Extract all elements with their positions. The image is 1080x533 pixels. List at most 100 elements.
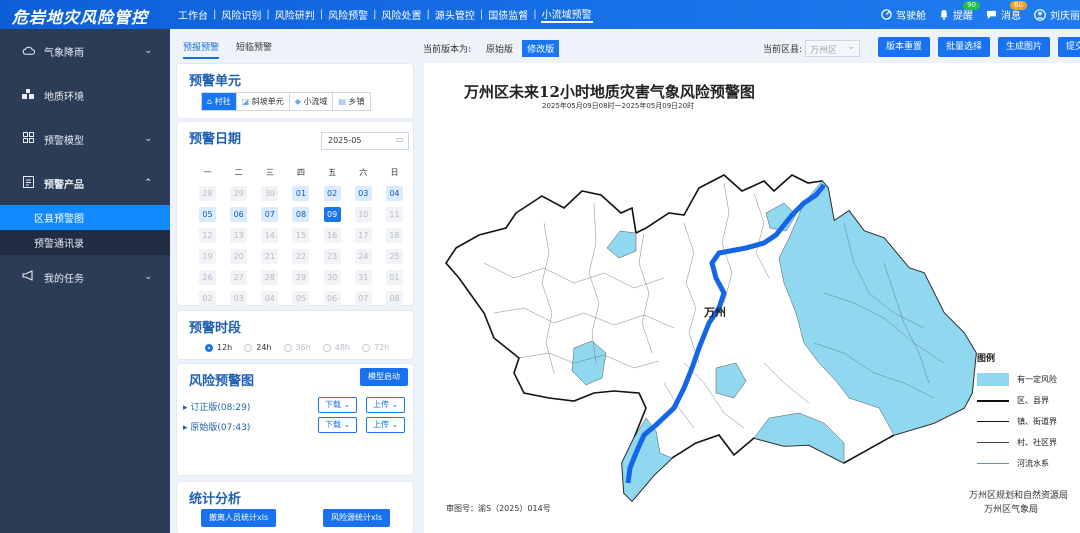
- user-name: 刘庆丽: [1050, 11, 1080, 22]
- period-option-12h[interactable]: 12h: [205, 343, 232, 352]
- calendar-day[interactable]: 07: [354, 291, 372, 306]
- unit-tab-township[interactable]: ▤ 乡镇: [333, 93, 369, 110]
- download-original-button[interactable]: 下载 ⌄: [318, 417, 358, 433]
- calendar-day[interactable]: 29: [230, 186, 248, 201]
- risk-source-stats-button[interactable]: 风险源统计xls: [323, 509, 391, 527]
- calendar-day[interactable]: 22: [292, 249, 310, 264]
- nav-risk-identify[interactable]: 风险识别: [220, 7, 262, 22]
- revised-version-row[interactable]: ▸ 订正版(08:29): [183, 400, 250, 413]
- upload-revised-button[interactable]: 上传 ⌄: [366, 397, 406, 413]
- calendar-day[interactable]: 01: [292, 186, 310, 201]
- calendar-day[interactable]: 08: [292, 207, 310, 222]
- calendar-day[interactable]: 04: [385, 186, 403, 201]
- sidebar-item-weather-rain[interactable]: 气象降雨 ⌄: [0, 29, 170, 73]
- sidebar-sub-county-map[interactable]: 区县预警图: [0, 205, 170, 230]
- chevron-down-icon: ⌄: [847, 42, 856, 52]
- calendar-day[interactable]: 15: [292, 228, 310, 243]
- model-start-button[interactable]: 模型启动: [360, 368, 408, 386]
- calendar-day[interactable]: 28: [261, 270, 279, 285]
- message-link[interactable]: 消息 60: [986, 1, 1027, 22]
- calendar-day[interactable]: 18: [385, 228, 403, 243]
- calendar-day[interactable]: 17: [354, 228, 372, 243]
- version-modified-button[interactable]: 修改版: [522, 40, 560, 57]
- area-select[interactable]: 万州区 ⌄: [805, 40, 861, 57]
- calendar-day[interactable]: 11: [385, 207, 403, 222]
- calendar-day[interactable]: 05: [199, 207, 216, 222]
- original-version-row[interactable]: ▸ 原始版(07:43): [183, 420, 250, 433]
- calendar-day[interactable]: 03: [230, 291, 248, 306]
- nav-risk-analysis[interactable]: 风险研判: [274, 7, 316, 22]
- evacuee-stats-button[interactable]: 撤离人员统计xls: [201, 509, 277, 527]
- nav-source-control[interactable]: 源头管控: [434, 7, 476, 22]
- batch-select-button[interactable]: 批量选择: [938, 37, 991, 57]
- nav-workbench[interactable]: 工作台: [177, 7, 209, 22]
- nav-bond-supervision[interactable]: 国债监督: [487, 7, 529, 22]
- calendar-day[interactable]: 21: [261, 249, 279, 264]
- chevron-down-icon: ⌄: [144, 134, 152, 144]
- period-option-48h[interactable]: 48h: [322, 343, 350, 352]
- calendar-day[interactable]: 07: [261, 207, 279, 222]
- sidebar-item-label: 预警产品: [44, 179, 84, 191]
- unit-tab-slope[interactable]: ◪ 斜坡单元: [237, 93, 290, 110]
- calendar-day[interactable]: 19: [199, 249, 216, 264]
- version-reset-button[interactable]: 版本重置: [878, 37, 931, 57]
- unit-tab-village[interactable]: ⌂ 村社: [202, 93, 237, 110]
- main-nav: 工作台 | 风险识别 | 风险研判 | 风险预警 | 风险处置 | 源头管控 | 国债监督 |…: [177, 0, 593, 29]
- calendar-day[interactable]: 06: [323, 291, 341, 306]
- tab-forecast-warning[interactable]: 预报预警: [183, 40, 220, 59]
- tab-short-term-warning[interactable]: 短临预警: [236, 40, 272, 59]
- calendar-day[interactable]: 10: [354, 207, 372, 222]
- nav-risk-handling[interactable]: 风险处置: [381, 7, 423, 22]
- calendar-day[interactable]: 27: [230, 270, 248, 285]
- upload-original-button[interactable]: 上传 ⌄: [366, 417, 406, 433]
- generate-image-button[interactable]: 生成图片: [998, 37, 1051, 57]
- cockpit-link[interactable]: 驾驶舱: [881, 7, 926, 22]
- version-original-button[interactable]: 原始版: [481, 40, 518, 57]
- calendar-day[interactable]: 23: [323, 249, 341, 264]
- township-icon: ▤: [338, 97, 349, 106]
- action-buttons: 版本重置 批量选择 生成图片 提交审核: [878, 37, 1080, 57]
- sidebar-item-warning-product[interactable]: 预警产品 ⌃: [0, 161, 170, 205]
- calendar-day[interactable]: 12: [199, 228, 216, 243]
- calendar-day[interactable]: 30: [261, 186, 279, 201]
- reminder-link[interactable]: 提醒 90: [939, 1, 980, 22]
- calendar-day[interactable]: 06: [230, 207, 248, 222]
- period-option-24h[interactable]: 24h: [244, 343, 272, 352]
- sidebar-item-my-tasks[interactable]: 我的任务 ⌄: [0, 255, 170, 299]
- calendar-day[interactable]: 30: [323, 270, 341, 285]
- month-picker[interactable]: 2025-05 ▭: [321, 132, 409, 150]
- calendar-day[interactable]: 13: [230, 228, 248, 243]
- user-menu[interactable]: 刘庆丽: [1034, 7, 1080, 22]
- calendar-day[interactable]: 02: [199, 291, 216, 306]
- calendar-day[interactable]: 09: [323, 207, 341, 222]
- calendar-day[interactable]: 04: [261, 291, 279, 306]
- map-canvas[interactable]: 万州: [424, 63, 984, 503]
- period-option-72h[interactable]: 72h: [362, 343, 389, 352]
- calendar-day[interactable]: 02: [323, 186, 341, 201]
- calendar-day[interactable]: 08: [385, 291, 403, 306]
- calendar-day[interactable]: 31: [354, 270, 372, 285]
- calendar-day[interactable]: 25: [385, 249, 403, 264]
- calendar-day[interactable]: 24: [354, 249, 372, 264]
- document-icon: [20, 175, 36, 191]
- sidebar-item-geo-env[interactable]: 地质环境: [0, 73, 170, 117]
- calendar-day[interactable]: 28: [199, 186, 216, 201]
- calendar-day[interactable]: 26: [199, 270, 216, 285]
- calendar-day[interactable]: 20: [230, 249, 248, 264]
- period-option-36h[interactable]: 36h: [283, 343, 311, 352]
- submit-review-button[interactable]: 提交审核: [1058, 37, 1080, 57]
- sidebar-item-warning-model[interactable]: 预警模型 ⌄: [0, 117, 170, 161]
- legend-county-border: 区、县界: [977, 390, 1057, 411]
- sidebar-sub-contacts[interactable]: 预警通讯录: [0, 230, 170, 255]
- user-icon: [1034, 8, 1046, 21]
- unit-tab-small-basin[interactable]: ◆ 小流域: [290, 93, 334, 110]
- calendar-day[interactable]: 29: [292, 270, 310, 285]
- nav-risk-warning[interactable]: 风险预警: [327, 7, 369, 22]
- download-revised-button[interactable]: 下载 ⌄: [318, 397, 358, 413]
- nav-small-basin-warning[interactable]: 小流域预警: [540, 6, 593, 23]
- calendar-day[interactable]: 03: [354, 186, 372, 201]
- calendar-day[interactable]: 14: [261, 228, 279, 243]
- calendar-day[interactable]: 16: [323, 228, 341, 243]
- calendar-day[interactable]: 01: [385, 270, 403, 285]
- calendar-day[interactable]: 05: [292, 291, 310, 306]
